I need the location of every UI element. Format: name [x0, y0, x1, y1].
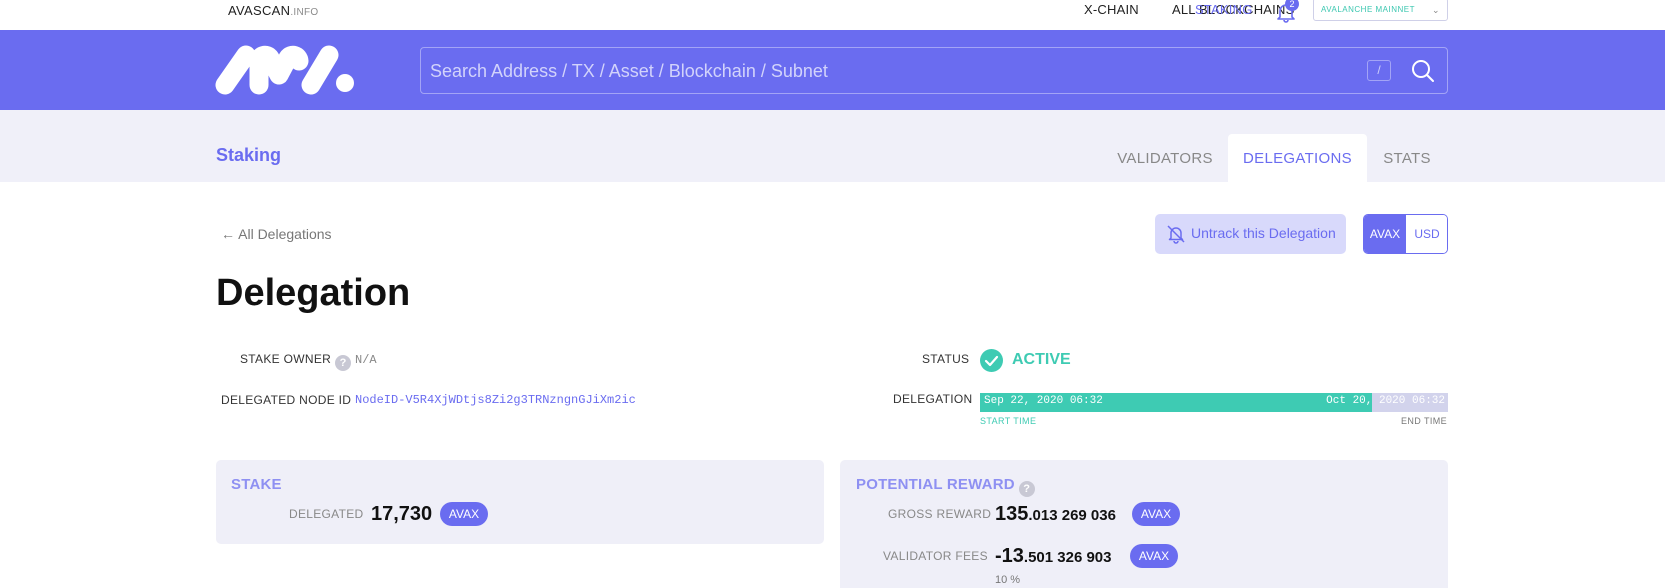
delegation-timeline: Sep 22, 2020 06:32 Oct 20, 2020 06:32	[980, 393, 1448, 412]
nav-x-chain[interactable]: X-CHAIN	[1084, 2, 1139, 17]
brand-link[interactable]: AVASCAN.INFO	[228, 3, 318, 18]
header-band: /	[0, 30, 1665, 110]
currency-avax-button[interactable]: AVAX	[1364, 215, 1406, 253]
avax-unit-badge: AVAX	[1130, 544, 1178, 568]
check-circle-icon	[980, 349, 1003, 372]
gross-reward-int: 135	[995, 503, 1029, 525]
stake-owner-text: STAKE OWNER	[240, 352, 332, 366]
brand-name: AVASCAN	[228, 3, 291, 18]
bell-off-icon	[1167, 225, 1185, 244]
reward-card-title: POTENTIAL REWARD?	[856, 476, 1035, 497]
gross-reward-dec: .013 269 036	[1028, 507, 1116, 524]
validator-fees-percent: 10 %	[995, 574, 1021, 586]
delegated-label: DELEGATED	[289, 507, 364, 521]
timeline-start-date: Sep 22, 2020 06:32	[984, 395, 1103, 407]
shortcut-key: /	[1367, 60, 1391, 81]
top-bar: AVASCAN.INFO X-CHAIN ALL BLOCKCHAINS STA…	[0, 0, 1665, 30]
status-label: STATUS	[922, 352, 970, 366]
gross-reward-value: 135.013 269 036	[995, 503, 1116, 526]
currency-usd-button[interactable]: USD	[1406, 215, 1447, 253]
avax-unit-badge: AVAX	[440, 502, 488, 526]
avax-unit-badge: AVAX	[1132, 502, 1180, 526]
node-id-link[interactable]: NodeID-V5R4XjWDtjs8Zi2g3TRNzngnGJiXm2ic	[355, 393, 636, 407]
currency-toggle: AVAX USD	[1363, 214, 1448, 254]
gross-reward-label: GROSS REWARD	[888, 507, 992, 521]
timeline-end-date: Oct 20, 2020 06:32	[1326, 395, 1445, 407]
validator-fees-int: -13	[995, 545, 1024, 567]
section-band: Staking VALIDATORS DELEGATIONS STATS	[0, 110, 1665, 182]
delegated-value: 17,730	[371, 503, 433, 525]
tab-delegations[interactable]: DELEGATIONS	[1228, 134, 1367, 182]
status-value: ACTIVE	[1012, 351, 1071, 368]
reward-title-text: POTENTIAL REWARD	[856, 476, 1015, 493]
search-input[interactable]	[430, 57, 1330, 85]
untrack-button[interactable]: Untrack this Delegation	[1155, 214, 1346, 254]
arrow-left-icon: ←	[221, 226, 235, 242]
end-time-caption: END TIME	[1401, 416, 1448, 426]
delegation-label: DELEGATION	[893, 392, 973, 406]
back-label: All Delegations	[238, 226, 332, 242]
section-title[interactable]: Staking	[216, 145, 281, 166]
network-selector[interactable]: AVALANCHE MAINNET ⌄	[1313, 0, 1448, 21]
search-box: /	[420, 47, 1448, 94]
stake-owner-label: STAKE OWNER?	[240, 352, 352, 371]
avascan-logo-icon[interactable]	[215, 45, 357, 95]
nav-staking[interactable]: STAKING	[1195, 2, 1253, 17]
validator-fees-dec: .501 326 903	[1023, 549, 1112, 566]
validator-fees-label: VALIDATOR FEES	[883, 549, 988, 563]
start-time-caption: START TIME	[980, 416, 1037, 426]
help-icon[interactable]: ?	[1018, 481, 1035, 497]
help-icon[interactable]: ?	[335, 355, 352, 371]
network-label: AVALANCHE MAINNET	[1321, 5, 1415, 14]
back-link[interactable]: ← All Delegations	[221, 226, 332, 242]
chevron-down-icon: ⌄	[1431, 5, 1440, 15]
validator-fees-value: -13.501 326 903	[995, 545, 1112, 568]
stake-card-title: STAKE	[231, 476, 282, 493]
brand-suffix: .INFO	[290, 7, 319, 18]
stake-card: STAKE DELEGATED 17,730 AVAX	[216, 460, 824, 544]
stake-owner-value: N/A	[355, 353, 377, 367]
search-icon[interactable]	[1411, 59, 1435, 83]
tab-validators[interactable]: VALIDATORS	[1100, 134, 1230, 182]
reward-card: POTENTIAL REWARD? GROSS REWARD 135.013 2…	[840, 460, 1448, 588]
node-id-label: DELEGATED NODE ID	[221, 393, 352, 407]
untrack-label: Untrack this Delegation	[1191, 225, 1336, 241]
tab-stats[interactable]: STATS	[1367, 134, 1447, 182]
page: AVASCAN.INFO X-CHAIN ALL BLOCKCHAINS STA…	[0, 0, 1665, 588]
page-title: Delegation	[216, 272, 411, 314]
